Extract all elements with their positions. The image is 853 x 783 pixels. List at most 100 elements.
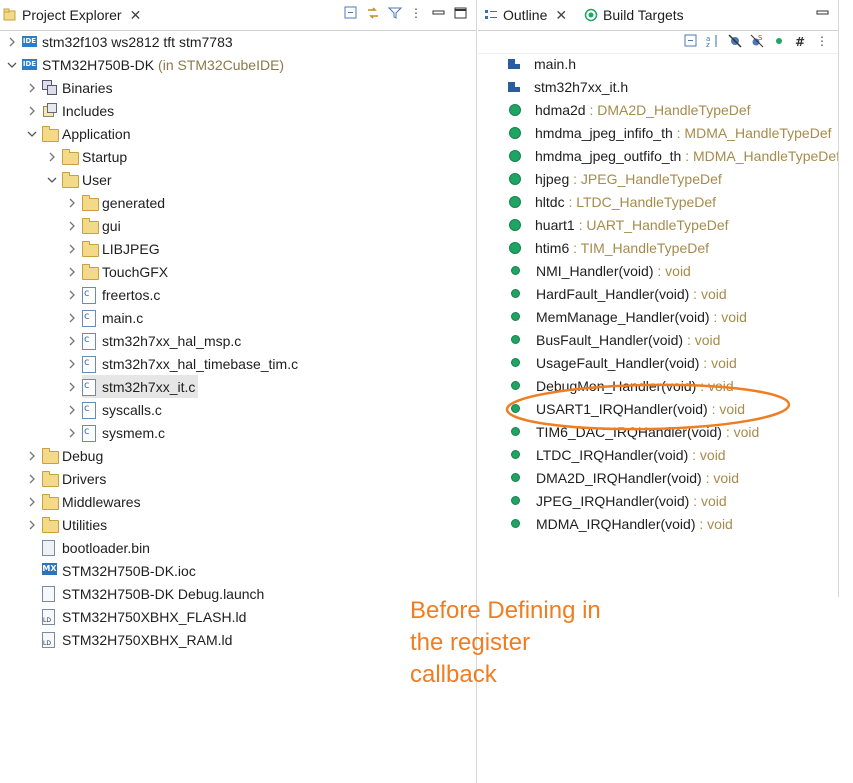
- chevron-right-icon[interactable]: [27, 474, 37, 484]
- chevron-right-icon[interactable]: [67, 267, 77, 277]
- view-menu-icon[interactable]: ⋮: [816, 34, 830, 48]
- tree-item[interactable]: freertos.c: [69, 283, 160, 306]
- maximize-icon[interactable]: [454, 6, 468, 20]
- tab-project-explorer[interactable]: Project Explorer ✕: [3, 0, 141, 30]
- sort-icon[interactable]: az: [706, 34, 720, 48]
- tree-item[interactable]: TouchGFX: [69, 260, 168, 283]
- outline-item[interactable]: NMI_Handler(void) : void: [508, 259, 691, 282]
- outline-item[interactable]: stm32h7xx_it.h: [508, 75, 628, 98]
- tree-item[interactable]: main.c: [69, 306, 143, 329]
- chevron-right-icon[interactable]: [67, 382, 77, 392]
- tree-item[interactable]: Debug: [29, 444, 104, 467]
- outline-item[interactable]: BusFault_Handler(void) : void: [508, 328, 720, 351]
- outline-item[interactable]: htim6 : TIM_HandleTypeDef: [508, 236, 709, 259]
- tree-item[interactable]: stm32h7xx_hal_msp.c: [69, 329, 242, 352]
- tree-item-label: stm32h7xx_hal_msp.c: [102, 332, 242, 349]
- chevron-right-icon[interactable]: [67, 359, 77, 369]
- tab-outline[interactable]: Outline ✕: [484, 0, 567, 30]
- outline-item[interactable]: hdma2d : DMA2D_HandleTypeDef: [508, 98, 751, 121]
- tree-item[interactable]: stm32h7xx_hal_timebase_tim.c: [69, 352, 298, 375]
- tree-item[interactable]: Binaries: [29, 76, 113, 99]
- c-file-icon: [82, 286, 98, 304]
- chevron-right-icon[interactable]: [27, 520, 37, 530]
- tree-item[interactable]: STM32H750B-DK Debug.launch: [42, 582, 264, 605]
- minimize-icon[interactable]: [432, 6, 446, 20]
- outline-item[interactable]: hmdma_jpeg_infifo_th : MDMA_HandleTypeDe…: [508, 121, 832, 144]
- link-with-editor-icon[interactable]: [366, 6, 380, 20]
- tree-item[interactable]: gui: [69, 214, 121, 237]
- outline-item[interactable]: JPEG_IRQHandler(void) : void: [508, 489, 727, 512]
- tree-item[interactable]: bootloader.bin: [42, 536, 150, 559]
- outline-item[interactable]: UsageFault_Handler(void) : void: [508, 351, 737, 374]
- tree-item[interactable]: Application: [27, 122, 131, 145]
- tree-item[interactable]: Startup: [49, 145, 127, 168]
- tree-item[interactable]: User: [47, 168, 112, 191]
- chevron-right-icon[interactable]: [7, 37, 17, 47]
- hide-fields-icon[interactable]: [728, 34, 742, 48]
- outline-item[interactable]: huart1 : UART_HandleTypeDef: [508, 213, 729, 236]
- filter-icon[interactable]: [388, 6, 402, 20]
- outline-item-type: : void: [707, 400, 746, 417]
- outline-item[interactable]: hjpeg : JPEG_HandleTypeDef: [508, 167, 722, 190]
- chevron-right-icon[interactable]: [67, 313, 77, 323]
- tree-item[interactable]: stm32h7xx_it.c: [69, 375, 199, 398]
- chevron-right-icon[interactable]: [67, 336, 77, 346]
- view-menu-icon[interactable]: ⋮: [410, 6, 424, 20]
- tree-item-label: Binaries: [62, 79, 113, 96]
- tree-item[interactable]: sysmem.c: [69, 421, 165, 444]
- outline-item[interactable]: LTDC_IRQHandler(void) : void: [508, 443, 726, 466]
- tab-build-targets[interactable]: Build Targets: [584, 0, 684, 30]
- outline-item[interactable]: MemManage_Handler(void) : void: [508, 305, 747, 328]
- outline-item[interactable]: main.h: [508, 54, 576, 75]
- close-tab-icon[interactable]: ✕: [555, 7, 567, 24]
- chevron-right-icon[interactable]: [47, 152, 57, 162]
- chevron-down-icon[interactable]: [7, 60, 17, 70]
- tree-item[interactable]: syscalls.c: [69, 398, 162, 421]
- svg-text:#: #: [795, 35, 805, 48]
- chevron-right-icon[interactable]: [67, 198, 77, 208]
- outline-item[interactable]: USART1_IRQHandler(void) : void: [508, 397, 745, 420]
- tree-item[interactable]: Utilities: [29, 513, 107, 536]
- outline-item[interactable]: hmdma_jpeg_outfifo_th : MDMA_HandleTypeD…: [508, 144, 838, 167]
- hide-macros-icon[interactable]: #: [794, 34, 808, 48]
- chevron-right-icon[interactable]: [67, 290, 77, 300]
- chevron-right-icon[interactable]: [67, 221, 77, 231]
- chevron-right-icon[interactable]: [67, 244, 77, 254]
- tree-item[interactable]: LIBJPEG: [69, 237, 160, 260]
- outline-item[interactable]: hltdc : LTDC_HandleTypeDef: [508, 190, 716, 213]
- tree-item-label: Debug: [62, 447, 104, 464]
- outline-item-name: hltdc: [535, 193, 565, 210]
- tree-item[interactable]: Middlewares: [29, 490, 141, 513]
- tree-item[interactable]: IDE STM32H750B-DK (in STM32CubeIDE): [7, 53, 284, 76]
- outline-item[interactable]: DMA2D_IRQHandler(void) : void: [508, 466, 739, 489]
- chevron-right-icon[interactable]: [27, 497, 37, 507]
- chevron-down-icon[interactable]: [27, 129, 37, 139]
- outline-item[interactable]: TIM6_DAC_IRQHandler(void) : void: [508, 420, 759, 443]
- outline-item[interactable]: MDMA_IRQHandler(void) : void: [508, 512, 733, 535]
- chevron-right-icon[interactable]: [27, 106, 37, 116]
- tree-item[interactable]: Includes: [29, 99, 114, 122]
- tree-item[interactable]: STM32H750XBHX_RAM.ld: [42, 628, 232, 651]
- tree-item[interactable]: generated: [69, 191, 165, 214]
- chevron-down-icon[interactable]: [47, 175, 57, 185]
- tree-item[interactable]: Drivers: [29, 467, 106, 490]
- chevron-right-icon[interactable]: [27, 451, 37, 461]
- chevron-right-icon[interactable]: [67, 405, 77, 415]
- chevron-right-icon[interactable]: [67, 428, 77, 438]
- close-tab-icon[interactable]: ✕: [130, 7, 142, 24]
- hide-non-public-icon[interactable]: [772, 34, 786, 48]
- hide-static-icon[interactable]: S: [750, 34, 764, 48]
- tree-item[interactable]: STM32H750XBHX_FLASH.ld: [42, 605, 246, 628]
- outline-item[interactable]: HardFault_Handler(void) : void: [508, 282, 727, 305]
- outline-item[interactable]: DebugMon_Handler(void) : void: [508, 374, 734, 397]
- tree-item[interactable]: IDE stm32f103 ws2812 tft stm7783: [9, 30, 233, 53]
- function-icon: [511, 450, 520, 459]
- tree-item[interactable]: MX STM32H750B-DK.ioc: [42, 559, 196, 582]
- collapse-all-icon[interactable]: [684, 34, 698, 48]
- tree-item-label: Application: [62, 125, 131, 142]
- tree-item-label: STM32H750XBHX_FLASH.ld: [62, 608, 247, 625]
- collapse-all-icon[interactable]: [344, 6, 358, 20]
- chevron-right-icon[interactable]: [27, 83, 37, 93]
- function-icon: [511, 312, 520, 321]
- minimize-icon[interactable]: [816, 6, 830, 20]
